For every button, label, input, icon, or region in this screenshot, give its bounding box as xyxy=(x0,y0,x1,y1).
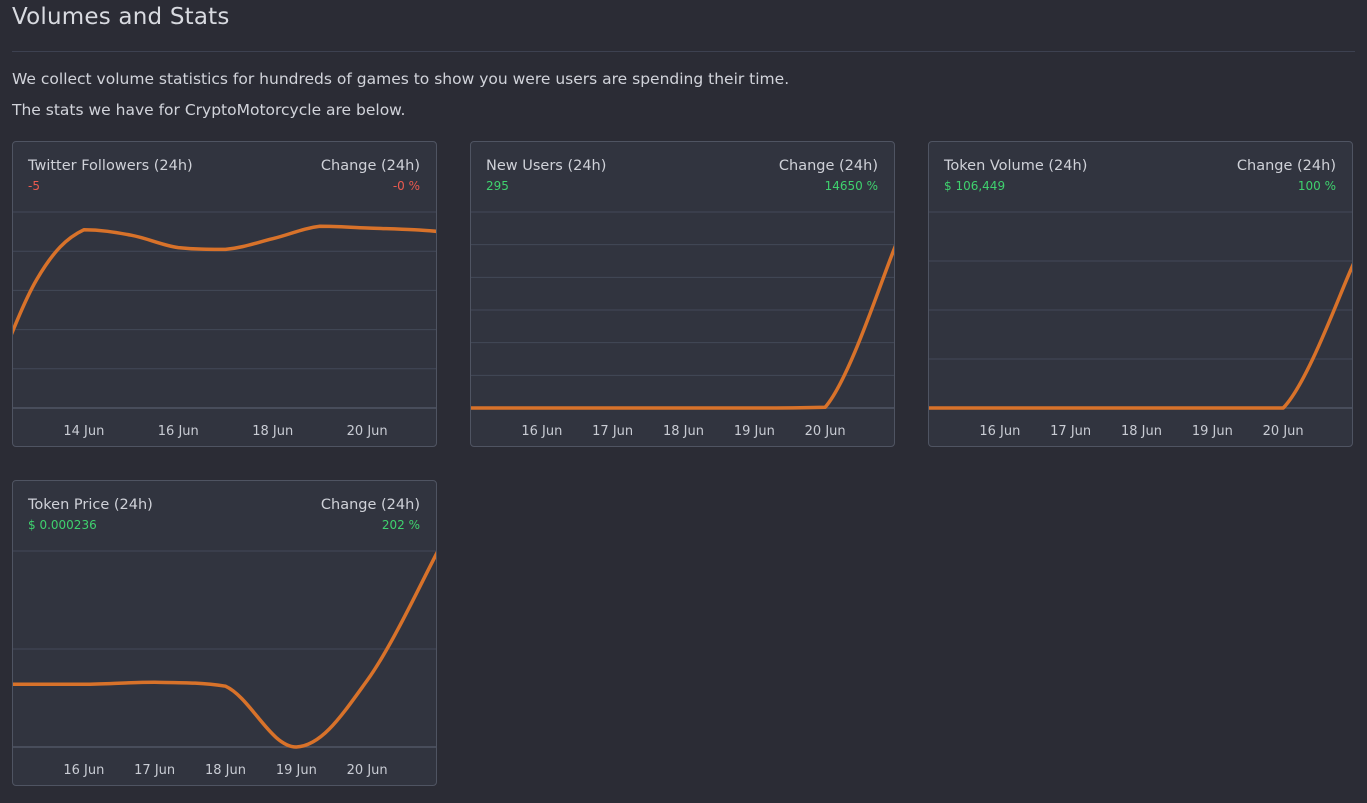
change-value: -0 % xyxy=(392,179,420,193)
stat-label: Twitter Followers (24h) xyxy=(28,158,193,174)
change-label: Change (24h) xyxy=(778,158,878,174)
x-tick-label: 19 Jun xyxy=(276,763,317,778)
x-tick-label: 18 Jun xyxy=(663,424,704,439)
x-tick-label: 20 Jun xyxy=(805,424,846,439)
page-title: Volumes and Stats xyxy=(12,4,230,30)
x-tick-label: 17 Jun xyxy=(592,424,633,439)
volumes-stats-page: Volumes and Stats We collect volume stat… xyxy=(0,0,1367,803)
change-value: 202 % xyxy=(381,518,420,532)
stat-label: Token Volume (24h) xyxy=(944,158,1088,174)
x-tick-label: 19 Jun xyxy=(1192,424,1233,439)
change-value: 14650 % xyxy=(824,179,878,193)
x-tick-label: 18 Jun xyxy=(1121,424,1162,439)
stat-value: $ 106,449 xyxy=(944,179,1006,193)
x-tick-label: 16 Jun xyxy=(158,424,199,439)
x-tick-label: 20 Jun xyxy=(347,763,388,778)
stat-card-token-price: 16 Jun 17 Jun 18 Jun 19 Jun 20 Jun Token Pri… xyxy=(12,480,437,786)
title-divider xyxy=(12,51,1355,52)
series-line xyxy=(929,262,1352,410)
x-tick-label: 16 Jun xyxy=(63,763,104,778)
series-line xyxy=(471,244,894,410)
x-tick-label: 17 Jun xyxy=(1050,424,1091,439)
x-tick-label: 18 Jun xyxy=(205,763,246,778)
stat-card-token-volume: 16 Jun 17 Jun 18 Jun 19 Jun 20 Jun Token Vol… xyxy=(928,141,1353,447)
x-tick-label: 19 Jun xyxy=(734,424,775,439)
x-tick-label: 20 Jun xyxy=(1263,424,1304,439)
x-tick-label: 20 Jun xyxy=(347,424,388,439)
chart-twitter-followers: 14 Jun 16 Jun 18 Jun 20 Jun xyxy=(13,211,436,439)
x-tick-label: 18 Jun xyxy=(252,424,293,439)
change-label: Change (24h) xyxy=(320,497,420,513)
change-value: 100 % xyxy=(1297,179,1336,193)
change-label: Change (24h) xyxy=(1236,158,1336,174)
x-tick-label: 17 Jun xyxy=(134,763,175,778)
change-label: Change (24h) xyxy=(320,158,420,174)
stat-card-twitter-followers: 14 Jun 16 Jun 18 Jun 20 Jun Twitter Followe… xyxy=(12,141,437,447)
intro-text-line2: The stats we have for CryptoMotorcycle a… xyxy=(12,101,406,119)
stat-value: 295 xyxy=(486,179,509,193)
x-tick-label: 16 Jun xyxy=(521,424,562,439)
intro-text-line1: We collect volume statistics for hundred… xyxy=(12,70,790,88)
stat-label: New Users (24h) xyxy=(486,158,607,174)
stat-label: Token Price (24h) xyxy=(28,497,153,513)
x-tick-label: 16 Jun xyxy=(979,424,1020,439)
stat-value: -5 xyxy=(28,179,40,193)
stat-card-new-users: 16 Jun 17 Jun 18 Jun 19 Jun 20 Jun New Users… xyxy=(470,141,895,447)
stat-value: $ 0.000236 xyxy=(28,518,97,532)
x-tick-label: 14 Jun xyxy=(63,424,104,439)
